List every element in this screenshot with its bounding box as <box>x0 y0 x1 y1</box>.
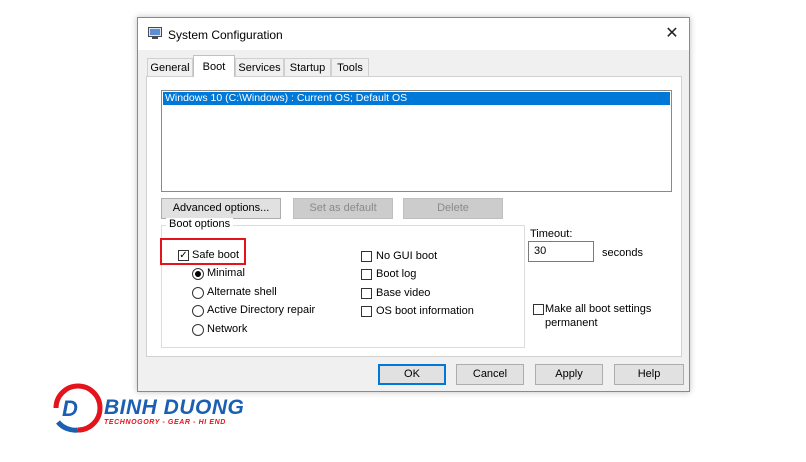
active-directory-repair-radio[interactable] <box>192 305 204 317</box>
apply-button[interactable]: Apply <box>535 364 603 385</box>
base-video-label[interactable]: Base video <box>376 287 430 299</box>
timeout-input[interactable]: 30 <box>528 241 594 262</box>
delete-button[interactable]: Delete <box>403 198 503 219</box>
minimal-radio[interactable] <box>192 268 204 280</box>
minimal-label[interactable]: Minimal <box>207 267 245 279</box>
close-icon[interactable]: ✕ <box>661 24 683 44</box>
network-label[interactable]: Network <box>207 323 247 335</box>
logo-tagline: TECHNOGORY - GEAR - HI END <box>104 419 226 426</box>
no-gui-boot-label[interactable]: No GUI boot <box>376 250 437 262</box>
title-bar[interactable]: System Configuration ✕ <box>138 18 689 50</box>
radio-selected-dot <box>195 271 201 277</box>
os-boot-information-checkbox[interactable] <box>361 306 372 317</box>
tab-services[interactable]: Services <box>235 58 284 76</box>
logo-name: BINH DUONG <box>104 396 245 419</box>
tab-startup[interactable]: Startup <box>284 58 331 76</box>
timeout-label: Timeout: <box>530 228 573 240</box>
msconfig-icon <box>148 27 162 39</box>
window-title: System Configuration <box>168 28 283 42</box>
tab-tools[interactable]: Tools <box>331 58 369 76</box>
svg-text:D: D <box>62 396 78 421</box>
set-as-default-button[interactable]: Set as default <box>293 198 393 219</box>
base-video-checkbox[interactable] <box>361 288 372 299</box>
make-permanent-checkbox[interactable] <box>533 304 544 315</box>
advanced-options-button[interactable]: Advanced options... <box>161 198 281 219</box>
tab-general[interactable]: General <box>147 58 193 76</box>
no-gui-boot-checkbox[interactable] <box>361 251 372 262</box>
make-permanent-label-line2[interactable]: permanent <box>545 317 598 329</box>
os-list[interactable]: Windows 10 (C:\Windows) : Current OS; De… <box>161 90 672 192</box>
ok-button[interactable]: OK <box>378 364 446 385</box>
active-directory-repair-label[interactable]: Active Directory repair <box>207 304 315 316</box>
os-boot-information-label[interactable]: OS boot information <box>376 305 474 317</box>
alternate-shell-label[interactable]: Alternate shell <box>207 286 277 298</box>
tab-boot[interactable]: Boot <box>193 55 235 77</box>
safe-boot-highlight-box <box>160 238 246 265</box>
system-configuration-dialog: System Configuration ✕ General Boot Serv… <box>137 17 690 392</box>
boot-log-label[interactable]: Boot log <box>376 268 416 280</box>
seconds-label: seconds <box>602 247 643 259</box>
os-list-item-selected[interactable]: Windows 10 (C:\Windows) : Current OS; De… <box>163 92 670 105</box>
network-radio[interactable] <box>192 324 204 336</box>
binh-duong-logo-mark: D <box>53 383 103 433</box>
boot-tab-panel: Windows 10 (C:\Windows) : Current OS; De… <box>146 76 682 357</box>
make-permanent-label-line1[interactable]: Make all boot settings <box>545 303 651 315</box>
boot-log-checkbox[interactable] <box>361 269 372 280</box>
alternate-shell-radio[interactable] <box>192 287 204 299</box>
help-button[interactable]: Help <box>614 364 684 385</box>
cancel-button[interactable]: Cancel <box>456 364 524 385</box>
boot-options-label: Boot options <box>166 218 234 230</box>
